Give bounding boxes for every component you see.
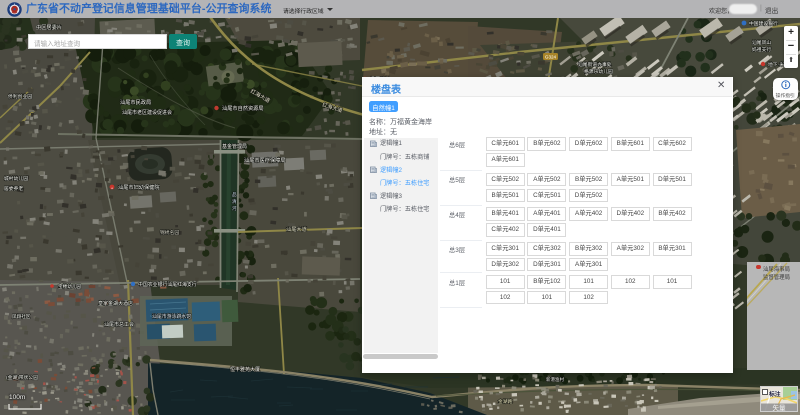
svg-text:皇家金湖大酒店: 皇家金湖大酒店: [98, 300, 133, 307]
svg-text:矢量: 矢量: [772, 403, 786, 412]
svg-text:(金湖)带状公园: (金湖)带状公园: [6, 374, 38, 381]
svg-text:格源乐幼儿园: 格源乐幼儿园: [584, 68, 613, 75]
svg-text:恒丰雅苑大厦: 恒丰雅苑大厦: [230, 366, 260, 373]
svg-text:锦绣名园: 锦绣名园: [160, 229, 179, 236]
svg-text:汕尾市游泳跳水馆: 汕尾市游泳跳水馆: [152, 313, 191, 320]
svg-text:城村幼儿园: 城村幼儿园: [4, 175, 28, 182]
svg-text:新港渔村: 新港渔村: [546, 376, 564, 383]
svg-text:汕尾凤山: 汕尾凤山: [752, 39, 771, 46]
svg-text:汕尾市医疗保障局: 汕尾市医疗保障局: [244, 156, 286, 164]
svg-text:宝楼幼儿园: 宝楼幼儿园: [58, 283, 81, 290]
svg-text:河: 河: [232, 205, 237, 211]
svg-text:清: 清: [232, 198, 237, 205]
svg-text:汕尾市自然资源局: 汕尾市自然资源局: [222, 104, 264, 112]
svg-text:妈祖支行: 妈祖支行: [752, 46, 771, 53]
svg-text:居委养老: 居委养老: [4, 185, 23, 192]
svg-text:汕尾市民政局: 汕尾市民政局: [120, 98, 151, 106]
svg-text:中国农业银行汕尾红海支行: 中国农业银行汕尾红海支行: [138, 281, 197, 288]
svg-text:凤翔社区: 凤翔社区: [12, 313, 31, 320]
svg-text:汕尾市妇幼保健院: 汕尾市妇幼保健院: [118, 183, 160, 191]
svg-text:中区居委片: 中区居委片: [36, 23, 62, 31]
svg-text:汕尾市总工会: 汕尾市总工会: [104, 321, 134, 328]
svg-text:中国建设银行: 中国建设银行: [749, 20, 778, 27]
svg-text:汕尾市老区建设促进会: 汕尾市老区建设促进会: [122, 109, 172, 116]
svg-text:基金管理局: 基金管理局: [222, 143, 247, 150]
svg-text:G324: G324: [545, 55, 557, 60]
svg-text:汕尾街道办事处: 汕尾街道办事处: [578, 61, 612, 68]
svg-text:汕尾大道: 汕尾大道: [286, 225, 307, 233]
svg-text:侨利创业园: 侨利创业园: [8, 93, 32, 100]
svg-text:金湖路: 金湖路: [498, 398, 513, 405]
